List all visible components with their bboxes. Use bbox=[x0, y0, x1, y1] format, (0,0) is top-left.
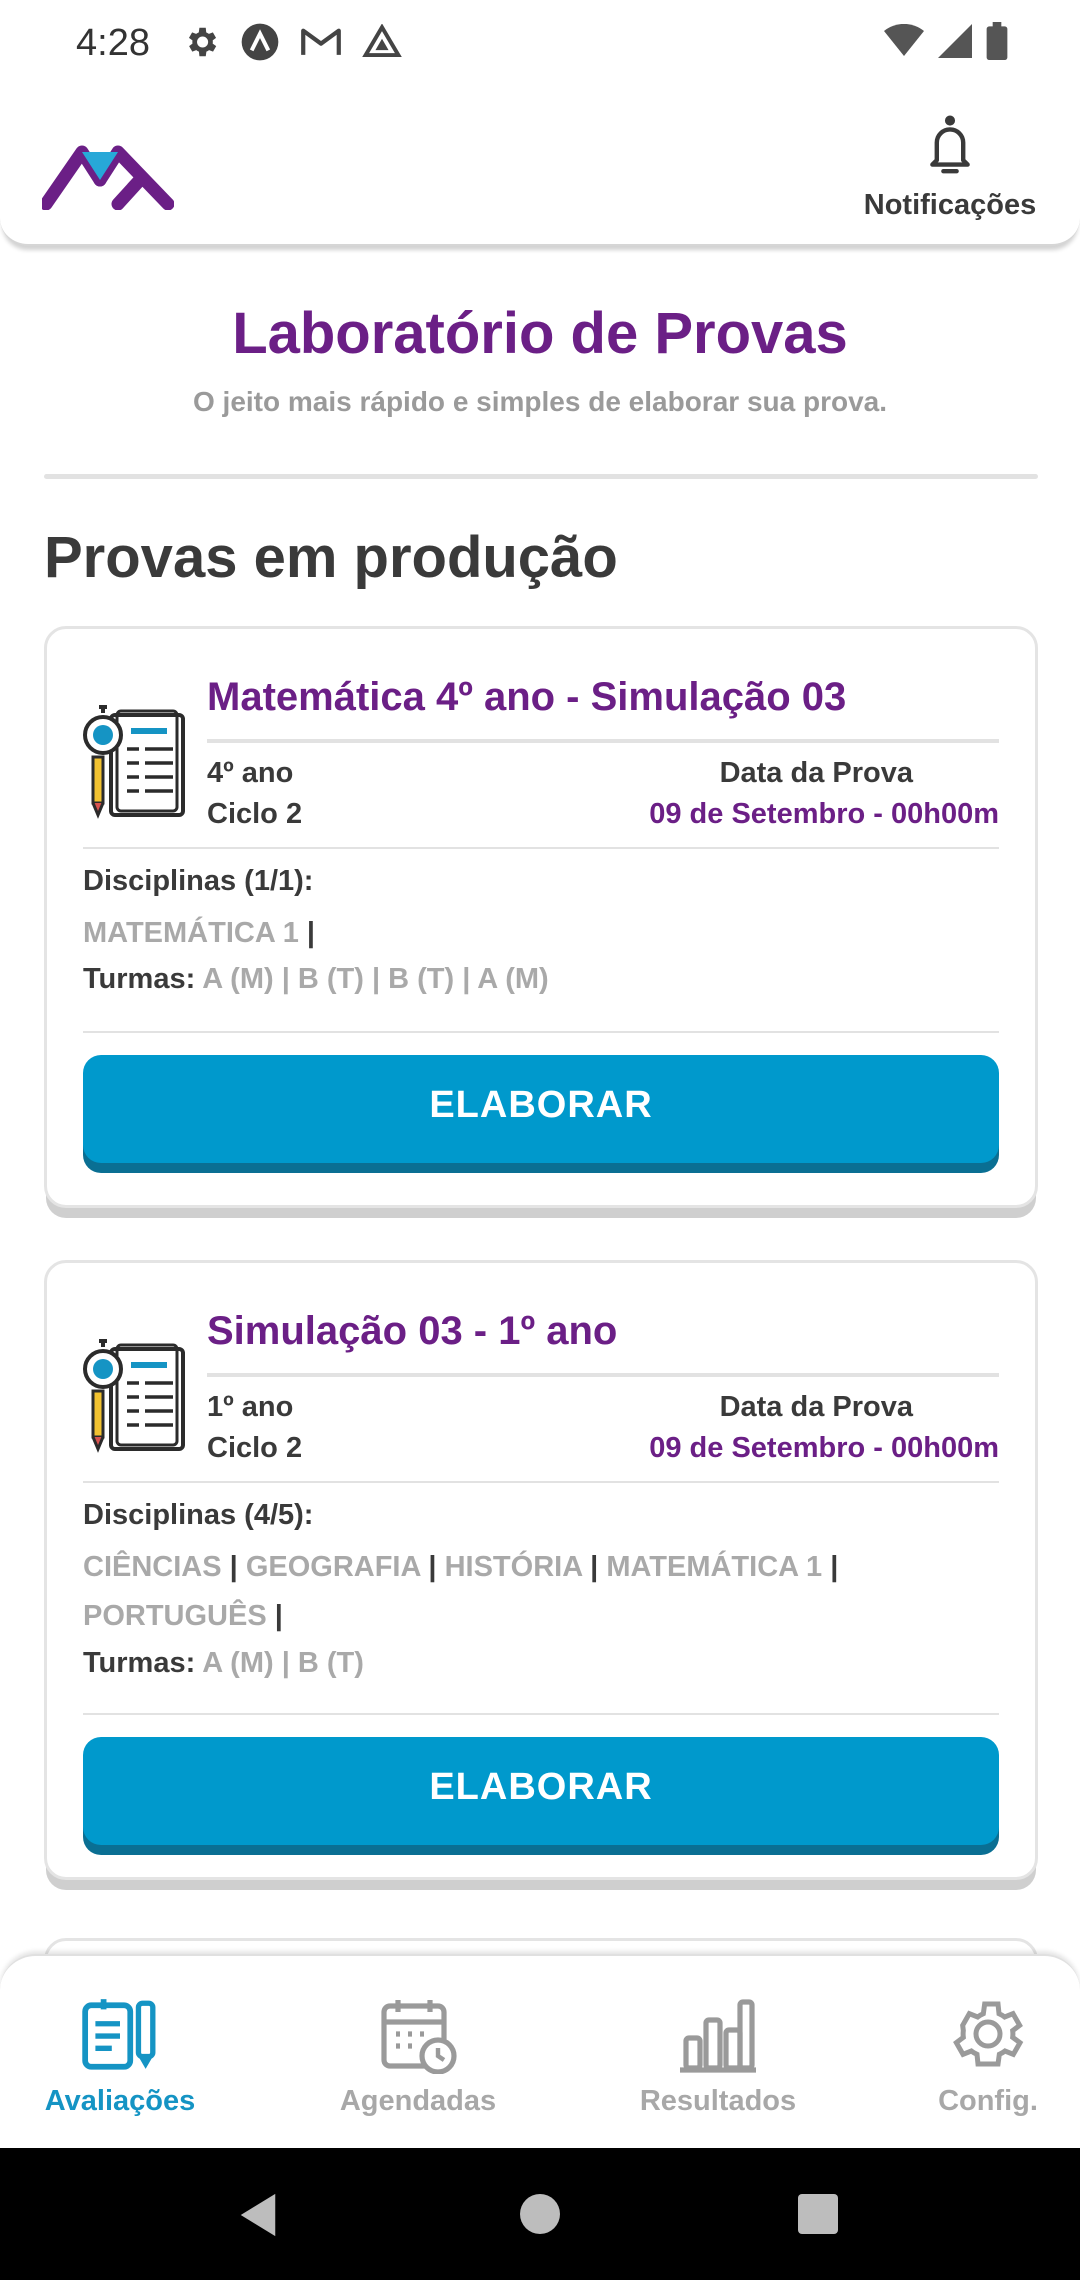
elaborar-button[interactable]: ELABORAR bbox=[83, 1055, 999, 1163]
exam-grade: 4º ano bbox=[207, 757, 294, 789]
exam-date-label: Data da Prova bbox=[719, 757, 913, 789]
notifications-button[interactable]: Notificações bbox=[860, 114, 1040, 222]
disciplines-label: Disciplinas (4/5): bbox=[83, 1499, 314, 1531]
hero-divider bbox=[44, 474, 1038, 479]
status-bar: 4:28 bbox=[0, 0, 1080, 88]
status-time: 4:28 bbox=[76, 22, 150, 64]
turmas-label: Turmas: bbox=[83, 963, 196, 995]
discipline-item: CIÊNCIAS bbox=[83, 1551, 222, 1583]
elaborar-button[interactable]: ELABORAR bbox=[83, 1737, 999, 1845]
turmas-row: Turmas: A (M) | B (T) bbox=[83, 1647, 364, 1680]
exam-document-icon bbox=[81, 701, 189, 819]
discipline-item: PORTUGUÊS bbox=[83, 1600, 267, 1632]
nav-label-resultados: Resultados bbox=[639, 2085, 797, 2117]
nav-item-config[interactable]: Config. bbox=[920, 1994, 1056, 2118]
exam-document-icon bbox=[81, 1335, 189, 1453]
exam-grade: 1º ano bbox=[207, 1391, 294, 1423]
turmas-values: A (M) | B (T) | B (T) | A (M) bbox=[202, 963, 549, 995]
exam-date-block: Data da Prova 09 de Setembro - 00h00m bbox=[649, 1387, 999, 1469]
exam-meta: 4º ano Ciclo 2 bbox=[207, 753, 302, 835]
nav-item-avaliacoes[interactable]: Avaliações bbox=[40, 1994, 200, 2118]
title-underline bbox=[207, 1373, 999, 1377]
discipline-item: MATEMÁTICA 1 bbox=[606, 1551, 823, 1583]
exam-date-label: Data da Prova bbox=[719, 1391, 913, 1423]
exam-cycle: Ciclo 2 bbox=[207, 798, 303, 830]
title-underline bbox=[207, 739, 999, 743]
status-icons-left bbox=[182, 22, 402, 62]
exam-card: Simulação 03 - 1º ano 1º ano Ciclo 2 Dat… bbox=[44, 1260, 1038, 1880]
page-title: Laboratório de Provas bbox=[232, 301, 848, 366]
section-title: Provas em produção bbox=[44, 525, 618, 590]
back-icon[interactable] bbox=[236, 2192, 280, 2238]
turmas-label: Turmas: bbox=[83, 1647, 196, 1679]
turmas-row: Turmas: A (M) | B (T) | B (T) | A (M) bbox=[83, 963, 549, 996]
recents-icon[interactable] bbox=[798, 2194, 838, 2234]
card-separator bbox=[83, 1031, 999, 1033]
discipline-item: GEOGRAFIA bbox=[245, 1551, 421, 1583]
discipline-item: HISTÓRIA bbox=[444, 1551, 583, 1583]
exam-card: Matemática 4º ano - Simulação 03 4º ano … bbox=[44, 626, 1038, 1208]
exam-title[interactable]: Simulação 03 - 1º ano bbox=[207, 1309, 617, 1354]
notifications-label: Notificações bbox=[863, 189, 1037, 221]
card-separator bbox=[83, 1481, 999, 1483]
card-separator bbox=[83, 1713, 999, 1715]
app-logo[interactable] bbox=[39, 140, 175, 215]
bottom-nav: Avaliações Agendadas Resultados Config. bbox=[0, 1954, 1080, 2148]
wifi-icon bbox=[884, 24, 924, 56]
card-separator bbox=[83, 847, 999, 849]
exam-date-value: 09 de Setembro - 00h00m bbox=[649, 1432, 999, 1464]
nav-label-config: Config. bbox=[938, 2085, 1038, 2117]
gmail-icon bbox=[301, 28, 341, 55]
discipline-item: MATEMÁTICA 1 bbox=[83, 917, 299, 949]
exam-edit-icon bbox=[82, 1999, 156, 2070]
disciplines-list: CIÊNCIAS | GEOGRAFIA | HISTÓRIA | MATEMÁ… bbox=[83, 1551, 839, 1632]
exam-date-block: Data da Prova 09 de Setembro - 00h00m bbox=[649, 753, 999, 835]
circle-a-icon bbox=[241, 23, 279, 61]
system-nav-bar bbox=[0, 2148, 1080, 2280]
exam-meta: 1º ano Ciclo 2 bbox=[207, 1387, 302, 1469]
battery-icon bbox=[986, 22, 1008, 60]
disciplines-label: Disciplinas (1/1): bbox=[83, 865, 314, 897]
status-icons-right bbox=[884, 22, 1008, 60]
nav-item-resultados[interactable]: Resultados bbox=[632, 1994, 804, 2118]
disciplines-list: MATEMÁTICA 1 | bbox=[83, 917, 316, 949]
calendar-clock-icon bbox=[381, 2000, 457, 2075]
nav-label-agendadas: Agendadas bbox=[339, 2085, 497, 2117]
app-header: Notificações bbox=[0, 88, 1080, 246]
signal-icon bbox=[938, 24, 972, 58]
exam-title[interactable]: Matemática 4º ano - Simulação 03 bbox=[207, 675, 846, 720]
nav-item-agendadas[interactable]: Agendadas bbox=[332, 1994, 504, 2118]
nav-label-avaliacoes: Avaliações bbox=[44, 2085, 196, 2117]
gear-icon bbox=[953, 2001, 1024, 2067]
drive-icon bbox=[362, 24, 402, 58]
bell-icon bbox=[930, 115, 970, 174]
turmas-values: A (M) | B (T) bbox=[202, 1647, 364, 1679]
page-subtitle: O jeito mais rápido e simples de elabora… bbox=[192, 386, 888, 417]
home-icon[interactable] bbox=[518, 2192, 562, 2236]
exam-cycle: Ciclo 2 bbox=[207, 1432, 303, 1464]
gear-icon bbox=[188, 27, 217, 57]
bar-chart-icon bbox=[680, 1999, 756, 2073]
exam-date-value: 09 de Setembro - 00h00m bbox=[649, 798, 999, 830]
